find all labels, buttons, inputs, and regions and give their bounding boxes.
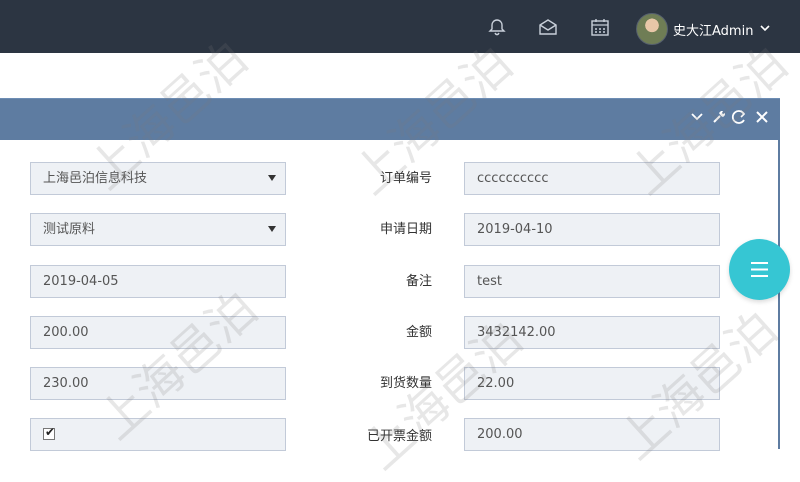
chevron-down-icon[interactable]: [758, 21, 772, 35]
dropdown-caret-icon: [268, 226, 276, 232]
amount-field-2-value: 230.00: [43, 376, 89, 391]
date-field[interactable]: 2019-04-05: [30, 265, 286, 298]
amount-value: 3432142.00: [477, 325, 556, 340]
remark-field[interactable]: test: [464, 265, 720, 298]
arrival-qty-value: 22.00: [477, 376, 515, 391]
menu-icon: [751, 262, 768, 277]
envelope-icon[interactable]: [538, 17, 558, 37]
order-no-value: cccccccccc: [477, 171, 549, 186]
reload-icon[interactable]: [731, 108, 747, 126]
username[interactable]: 史大江Admin: [673, 20, 753, 39]
remark-label: 备注: [405, 274, 432, 289]
checkmark-icon: ✔: [45, 425, 56, 439]
material-select[interactable]: 测试原料: [30, 213, 286, 246]
bell-icon[interactable]: [487, 17, 507, 37]
apply-date-field[interactable]: 2019-04-10: [464, 213, 720, 246]
amount-field-2[interactable]: 230.00: [30, 367, 286, 400]
close-icon[interactable]: [754, 108, 770, 126]
invoiced-amount-value: 200.00: [477, 427, 523, 442]
remark-value: test: [477, 274, 502, 289]
top-navigation-bar: 史大江Admin: [0, 0, 800, 53]
amount-field-1[interactable]: 200.00: [30, 316, 286, 349]
date-field-value: 2019-04-05: [43, 274, 119, 289]
order-no-field[interactable]: cccccccccc: [464, 162, 720, 195]
portlet-header: [0, 98, 780, 141]
checkbox-field: ✔: [30, 418, 286, 451]
apply-date-label: 申请日期: [379, 222, 432, 237]
company-select-value: 上海邑泊信息科技: [43, 171, 148, 186]
amount-label: 金额: [405, 325, 432, 340]
avatar[interactable]: [636, 13, 668, 45]
arrival-qty-field[interactable]: 22.00: [464, 367, 720, 400]
dropdown-caret-icon: [268, 175, 276, 181]
floating-menu-button[interactable]: [729, 239, 790, 300]
amount-field[interactable]: 3432142.00: [464, 316, 720, 349]
calendar-icon[interactable]: [590, 17, 610, 37]
wrench-icon[interactable]: [710, 108, 726, 126]
invoiced-amount-field[interactable]: 200.00: [464, 418, 720, 451]
collapse-icon[interactable]: [689, 108, 705, 126]
order-no-label: 订单编号: [379, 171, 432, 186]
arrival-qty-label: 到货数量: [379, 376, 432, 391]
apply-date-value: 2019-04-10: [477, 222, 553, 237]
material-select-value: 测试原料: [43, 222, 96, 237]
invoiced-amount-label: 已开票金额: [366, 429, 432, 444]
company-select[interactable]: 上海邑泊信息科技: [30, 162, 286, 195]
checkbox[interactable]: ✔: [43, 425, 56, 440]
amount-field-1-value: 200.00: [43, 325, 89, 340]
